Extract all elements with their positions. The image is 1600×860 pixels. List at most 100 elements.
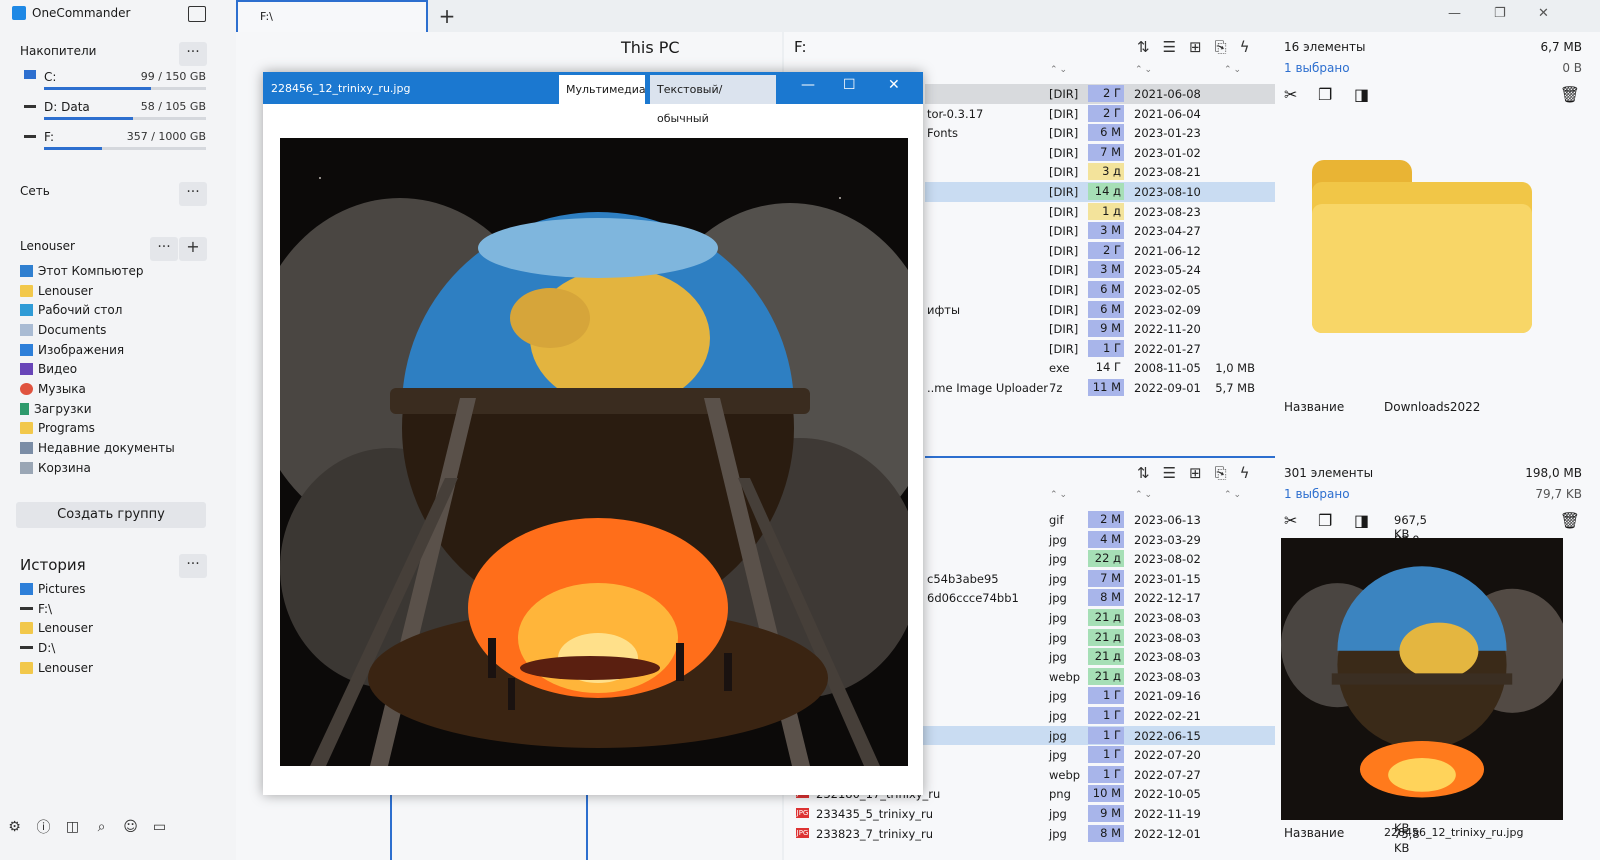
close-icon[interactable]: ✕ <box>1538 6 1549 21</box>
top-file-list: [DIR] 2 Г 2021-06-08 tor-0.3.17 [DIR] 2 Г 2021… <box>925 84 1275 398</box>
file-age-badge: 10 M <box>1088 785 1124 803</box>
app-title-text: OneCommander <box>32 6 131 20</box>
history-item[interactable]: D:\ <box>20 638 93 658</box>
copy-icon[interactable]: ❐ <box>1318 85 1332 104</box>
list-view-icon[interactable]: ☰ <box>1163 38 1176 56</box>
cut-icon[interactable]: ✂ <box>1284 511 1297 530</box>
type-sort-arrows[interactable]: ⌃⌄ <box>1050 65 1069 75</box>
file-row[interactable]: [DIR] 3 д 2023-08-21 <box>925 162 1275 182</box>
sidebar-item-downloads[interactable]: Загрузки <box>20 399 175 419</box>
file-name: ифты <box>927 302 961 317</box>
sidebar-item-programs[interactable]: Programs <box>20 419 175 439</box>
copy-icon[interactable]: ❐ <box>1318 511 1332 530</box>
sidebar-item-pictures[interactable]: Изображения <box>20 340 175 360</box>
delete-icon[interactable]: 🗑 <box>1560 85 1580 104</box>
drive-d[interactable]: D: Data 58 / 105 GB <box>20 100 206 128</box>
file-row[interactable]: [DIR] 2 Г 2021-06-12 <box>925 241 1275 261</box>
cut-icon[interactable]: ✂ <box>1284 85 1297 104</box>
tab-multimedia[interactable]: Мультимедиа <box>559 75 646 104</box>
file-row[interactable]: 233435_5_trinixy_rujpg9 M2022-11-1963,6 … <box>786 804 1420 835</box>
sidebar-item-this-pc[interactable]: Этот Компьютер <box>20 261 175 281</box>
sidebar-item-desktop[interactable]: Рабочий стол <box>20 300 175 320</box>
network-more-button[interactable]: ··· <box>179 182 207 206</box>
history-item[interactable]: Lenouser <box>20 658 93 678</box>
file-row[interactable]: [DIR] 2 Г 2021-06-08 <box>925 84 1275 104</box>
drive-icon <box>24 135 36 138</box>
sidebar-item-recent[interactable]: Недавние документы <box>20 438 175 458</box>
minimize-icon[interactable]: — <box>801 77 815 93</box>
file-name: tor-0.3.17 <box>927 106 984 121</box>
drives-more-button[interactable]: ··· <box>179 42 207 66</box>
info-icon[interactable]: ⓘ <box>35 818 52 836</box>
maximize-icon[interactable]: ❐ <box>1494 6 1506 21</box>
age-sort-arrows[interactable]: ⌃⌄ <box>1135 65 1154 75</box>
flash-icon[interactable]: ϟ <box>1240 464 1250 482</box>
user-group-more-button[interactable]: ··· <box>150 237 178 261</box>
sidebar-item-label: Documents <box>38 322 107 337</box>
type-sort-arrows[interactable]: ⌃⌄ <box>1050 490 1069 500</box>
file-name: ..me Image Uploader <box>927 380 1049 395</box>
file-row[interactable]: exe 14 Г 2008-11-05 1,0 MB <box>925 358 1275 378</box>
viewer-titlebar[interactable]: 228456_12_trinixy_ru.jpg Мультимедиа Тек… <box>263 72 923 125</box>
compare-icon[interactable]: ◨ <box>1354 511 1369 530</box>
selected-count[interactable]: 1 выбрано <box>1284 487 1350 501</box>
selected-count[interactable]: 1 выбрано <box>1284 61 1350 75</box>
sidebar-item-videos[interactable]: Видео <box>20 359 175 379</box>
file-row[interactable]: [DIR] 1 д 2023-08-23 <box>925 202 1275 222</box>
minimize-icon[interactable]: — <box>1448 6 1461 21</box>
file-row[interactable]: ифты [DIR] 6 M 2023-02-09 <box>925 300 1275 320</box>
close-icon[interactable]: ✕ <box>888 77 900 93</box>
new-item-icon[interactable]: ⊞ <box>1189 464 1202 482</box>
file-date: 2022-10-05 <box>1134 787 1201 802</box>
delete-icon[interactable]: 🗑 <box>1560 511 1580 530</box>
file-row[interactable]: [DIR] 3 M 2023-05-24 <box>925 260 1275 280</box>
search-icon[interactable]: ⌕ <box>93 818 110 835</box>
file-row[interactable]: ..me Image Uploader 7z 11 M 2022-09-01 5,7 M… <box>925 378 1275 398</box>
clipboard-icon[interactable]: ⎘ <box>1215 38 1227 56</box>
maximize-icon[interactable]: ☐ <box>843 77 856 93</box>
file-row[interactable]: [DIR] 7 M 2023-01-02 <box>925 143 1275 163</box>
gear-icon[interactable]: ⚙ <box>6 818 23 835</box>
history-item[interactable]: F:\ <box>20 599 93 619</box>
flash-icon[interactable]: ϟ <box>1240 38 1250 56</box>
columns-icon[interactable]: ◫ <box>64 818 81 835</box>
create-group-button[interactable]: Создать группу <box>16 502 206 528</box>
add-item-button[interactable]: + <box>179 237 207 261</box>
file-row[interactable]: [DIR] 9 M 2022-11-20 <box>925 319 1275 339</box>
name-value: Downloads2022 <box>1384 400 1481 414</box>
file-row[interactable]: tor-0.3.17 [DIR] 2 Г 2021-06-04 <box>925 104 1275 124</box>
account-icon[interactable]: ☺ <box>122 818 139 835</box>
file-row[interactable]: [DIR] 14 д 2023-08-10 <box>925 181 1275 202</box>
sidebar-item-lenouser[interactable]: Lenouser <box>20 281 175 301</box>
file-row[interactable]: Fonts [DIR] 6 M 2023-01-23 <box>925 123 1275 143</box>
age-sort-arrows[interactable]: ⌃⌄ <box>1135 490 1154 500</box>
list-view-icon[interactable]: ☰ <box>1163 464 1176 482</box>
tab-text[interactable]: Текстовый/обычный <box>650 75 776 125</box>
sidebar-item-documents[interactable]: Documents <box>20 320 175 340</box>
drive-name: F: <box>44 130 55 144</box>
size-sort-arrows[interactable]: ⌃⌄ <box>1224 65 1243 75</box>
file-row[interactable]: [DIR] 6 M 2023-02-05 <box>925 280 1275 300</box>
file-row[interactable]: 233823_7_trinixy_rujpg8 M2022-12-0175,8 … <box>786 824 1420 855</box>
tab-f-drive[interactable]: F:\ <box>236 0 428 32</box>
history-item-label: D:\ <box>38 640 56 655</box>
history-item[interactable]: Pictures <box>20 579 93 599</box>
sidebar-item-music[interactable]: Музыка <box>20 379 175 399</box>
clipboard-icon[interactable]: ⎘ <box>1215 464 1227 482</box>
file-row[interactable]: [DIR] 3 M 2023-04-27 <box>925 221 1275 241</box>
drive-usage-bar <box>44 117 206 120</box>
sidebar-item-trash[interactable]: Корзина <box>20 458 175 478</box>
drive-c[interactable]: C: 99 / 150 GB <box>20 70 206 98</box>
sort-icon[interactable]: ⇅ <box>1137 464 1150 482</box>
drive-f[interactable]: F: 357 / 1000 GB <box>20 130 206 158</box>
file-row[interactable]: [DIR] 1 Г 2022-01-27 <box>925 339 1275 359</box>
sort-icon[interactable]: ⇅ <box>1137 38 1150 56</box>
history-more-button[interactable]: ··· <box>179 554 207 578</box>
compare-icon[interactable]: ◨ <box>1354 85 1369 104</box>
history-item[interactable]: Lenouser <box>20 618 93 638</box>
window-icon[interactable]: ▭ <box>151 818 168 835</box>
new-item-icon[interactable]: ⊞ <box>1189 38 1202 56</box>
size-sort-arrows[interactable]: ⌃⌄ <box>1224 490 1243 500</box>
new-window-icon[interactable] <box>188 6 206 22</box>
add-tab-button[interactable]: + <box>434 2 460 30</box>
